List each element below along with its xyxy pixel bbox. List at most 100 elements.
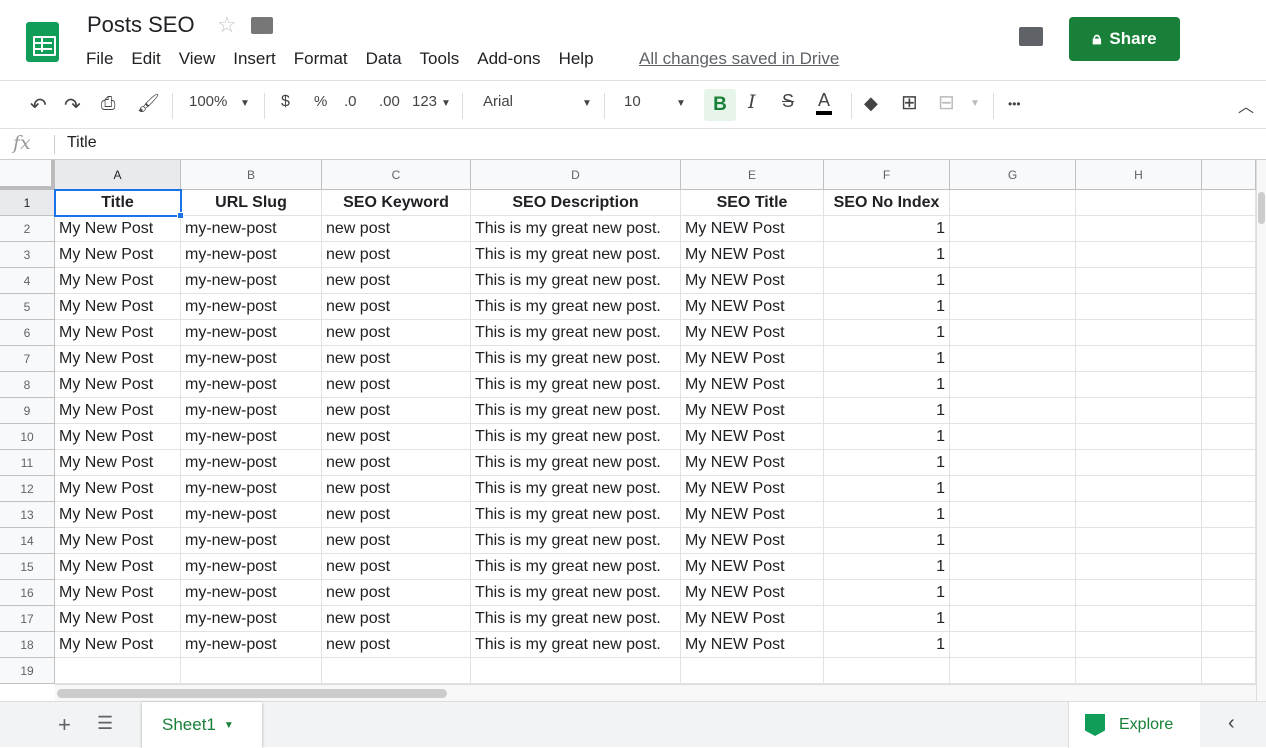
cell[interactable]: My NEW Post <box>681 528 824 554</box>
cell[interactable]: My NEW Post <box>681 580 824 606</box>
cell[interactable] <box>1076 632 1202 658</box>
cell[interactable] <box>1202 268 1256 294</box>
fill-handle[interactable] <box>177 212 184 219</box>
cell[interactable]: My New Post <box>55 450 181 476</box>
percent-button[interactable]: % <box>314 93 327 110</box>
header-cell[interactable] <box>1202 190 1256 216</box>
column-header-a[interactable]: A <box>55 160 181 190</box>
cell[interactable]: new post <box>322 476 471 502</box>
font-select[interactable]: Arial <box>483 93 513 110</box>
font-size-dropdown-icon[interactable]: ▼ <box>676 98 686 109</box>
cell[interactable] <box>1076 216 1202 242</box>
cell[interactable]: 1 <box>824 606 950 632</box>
all-sheets-icon[interactable]: ☰ <box>97 713 113 734</box>
row-header[interactable]: 16 <box>0 580 55 606</box>
menu-edit[interactable]: Edit <box>131 49 160 69</box>
cell[interactable]: My NEW Post <box>681 398 824 424</box>
cell[interactable]: My New Post <box>55 320 181 346</box>
row-header[interactable]: 10 <box>0 424 55 450</box>
cell[interactable]: My NEW Post <box>681 372 824 398</box>
decrease-decimal-button[interactable]: .0 <box>344 93 357 110</box>
more-options-button[interactable]: ••• <box>1008 97 1021 111</box>
menu-addons[interactable]: Add-ons <box>477 49 540 69</box>
cell[interactable]: my-new-post <box>181 476 322 502</box>
cell[interactable]: 1 <box>824 372 950 398</box>
row-header[interactable]: 2 <box>0 216 55 242</box>
cell[interactable]: My New Post <box>55 502 181 528</box>
cell[interactable]: new post <box>322 268 471 294</box>
cell[interactable]: My New Post <box>55 242 181 268</box>
row-header[interactable]: 5 <box>0 294 55 320</box>
cell[interactable]: My New Post <box>55 580 181 606</box>
sheets-logo[interactable] <box>26 22 59 62</box>
cell[interactable] <box>950 658 1076 684</box>
cell[interactable] <box>1076 398 1202 424</box>
cell[interactable] <box>1076 320 1202 346</box>
cell[interactable] <box>1076 554 1202 580</box>
cell[interactable]: My New Post <box>55 476 181 502</box>
cell[interactable]: 1 <box>824 632 950 658</box>
spreadsheet-grid[interactable]: A B C D E F G H 1 Title URL Slug SEO Keyword SEO Des… <box>0 160 1256 684</box>
text-color-button[interactable]: A <box>816 90 833 115</box>
row-header[interactable]: 7 <box>0 346 55 372</box>
cell[interactable]: My NEW Post <box>681 320 824 346</box>
cell[interactable]: My NEW Post <box>681 424 824 450</box>
cell[interactable]: new post <box>322 372 471 398</box>
cell[interactable]: my-new-post <box>181 632 322 658</box>
cell[interactable]: new post <box>322 554 471 580</box>
cell[interactable] <box>1202 294 1256 320</box>
cell[interactable]: 1 <box>824 398 950 424</box>
row-header[interactable]: 12 <box>0 476 55 502</box>
share-button[interactable]: 🔒︎ Share <box>1069 17 1180 61</box>
cell[interactable] <box>1202 476 1256 502</box>
header-cell[interactable]: SEO No Index <box>824 190 950 216</box>
column-header-h[interactable]: H <box>1076 160 1202 190</box>
cell[interactable] <box>950 294 1076 320</box>
cell[interactable]: new post <box>322 580 471 606</box>
font-dropdown-icon[interactable]: ▼ <box>582 98 592 109</box>
cell[interactable]: This is my great new post. <box>471 554 681 580</box>
fill-color-icon[interactable]: ◆ <box>864 93 878 114</box>
merge-dropdown-icon[interactable]: ▼ <box>970 98 980 109</box>
cell[interactable]: This is my great new post. <box>471 294 681 320</box>
row-header[interactable]: 11 <box>0 450 55 476</box>
cell[interactable] <box>824 658 950 684</box>
cell[interactable]: My NEW Post <box>681 632 824 658</box>
row-header[interactable]: 4 <box>0 268 55 294</box>
cell[interactable]: my-new-post <box>181 580 322 606</box>
cell[interactable]: This is my great new post. <box>471 268 681 294</box>
cell[interactable]: my-new-post <box>181 216 322 242</box>
cell[interactable] <box>950 320 1076 346</box>
cell[interactable] <box>1202 580 1256 606</box>
cell[interactable] <box>1076 268 1202 294</box>
cell[interactable] <box>1202 606 1256 632</box>
cell[interactable]: 1 <box>824 294 950 320</box>
column-header-g[interactable]: G <box>950 160 1076 190</box>
folder-icon[interactable] <box>251 17 273 34</box>
cell[interactable]: new post <box>322 216 471 242</box>
cell[interactable]: my-new-post <box>181 554 322 580</box>
cell[interactable]: my-new-post <box>181 502 322 528</box>
column-header-d[interactable]: D <box>471 160 681 190</box>
cell[interactable] <box>322 658 471 684</box>
row-header[interactable]: 8 <box>0 372 55 398</box>
cell[interactable] <box>1076 346 1202 372</box>
cell[interactable] <box>950 424 1076 450</box>
cell[interactable]: new post <box>322 346 471 372</box>
cell[interactable]: This is my great new post. <box>471 346 681 372</box>
menu-help[interactable]: Help <box>559 49 594 69</box>
cell[interactable]: This is my great new post. <box>471 424 681 450</box>
menu-format[interactable]: Format <box>294 49 348 69</box>
cell[interactable]: My NEW Post <box>681 476 824 502</box>
cell[interactable] <box>950 502 1076 528</box>
column-header-b[interactable]: B <box>181 160 322 190</box>
column-header-e[interactable]: E <box>681 160 824 190</box>
cell[interactable]: My New Post <box>55 268 181 294</box>
cell[interactable]: My New Post <box>55 606 181 632</box>
row-header[interactable]: 15 <box>0 554 55 580</box>
cell[interactable]: My NEW Post <box>681 242 824 268</box>
cell[interactable]: 1 <box>824 528 950 554</box>
cell[interactable]: This is my great new post. <box>471 502 681 528</box>
cell[interactable]: My New Post <box>55 346 181 372</box>
cell[interactable] <box>1202 450 1256 476</box>
